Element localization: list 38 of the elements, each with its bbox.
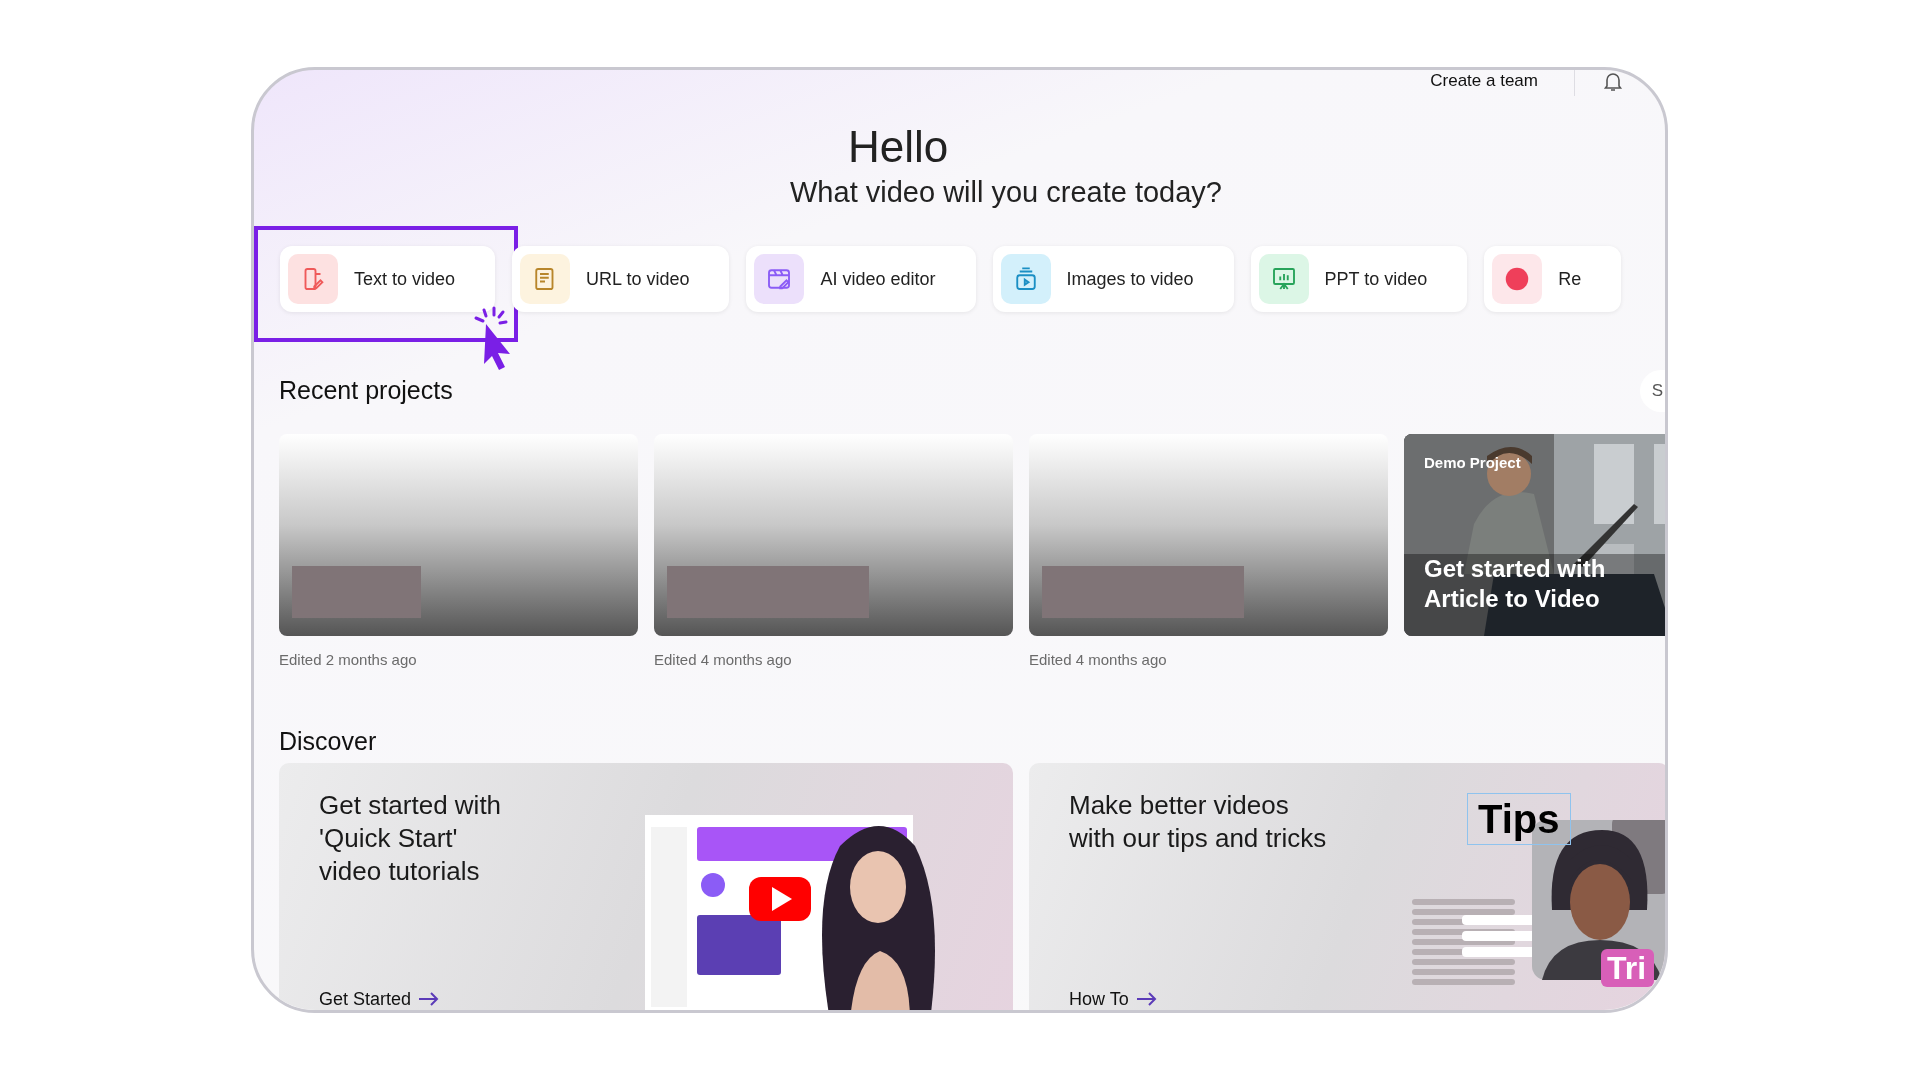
- discover-card-title: Make better videos with our tips and tricks: [1069, 788, 1327, 855]
- greeting-subtitle: What video will you create today?: [790, 175, 1222, 210]
- arrow-right-icon: [1136, 992, 1157, 1006]
- pencil-document-icon: [288, 254, 338, 304]
- video-edit-icon: [754, 254, 805, 304]
- section-title: Discover: [279, 727, 377, 755]
- presentation-icon: [1258, 254, 1309, 304]
- discover-link[interactable]: Get Started: [319, 985, 440, 1010]
- corner-badge: Tri: [1601, 948, 1655, 987]
- action-chip[interactable]: Re: [1484, 246, 1622, 312]
- section-title: Recent projects: [279, 375, 453, 406]
- edited-caption: Edited 4 months ago: [1029, 649, 1168, 670]
- arrow-right-icon: [419, 992, 440, 1006]
- demo-project-title: Get started with Article to Video: [1424, 553, 1606, 614]
- action-chip[interactable]: Images to video: [992, 246, 1234, 312]
- action-chip[interactable]: URL to video: [512, 246, 730, 312]
- show-all-link[interactable]: S: [1639, 370, 1665, 412]
- action-chip[interactable]: Text to video: [280, 246, 496, 312]
- document-icon: [520, 254, 571, 304]
- action-chip[interactable]: PPT to video: [1250, 246, 1468, 312]
- project-thumbnail[interactable]: [654, 433, 1013, 636]
- action-chip[interactable]: AI video editor: [746, 246, 976, 312]
- greeting-title: Hello: [848, 122, 949, 172]
- discover-link[interactable]: How To: [1069, 985, 1157, 1010]
- project-thumbnail[interactable]: [279, 433, 638, 636]
- demo-project-label: Demo Project: [1424, 452, 1521, 473]
- record-icon: [1492, 254, 1543, 304]
- discover-card-title: Get started with 'Quick Start' video tutorials: [319, 788, 502, 888]
- edited-caption: Edited 2 months ago: [279, 649, 418, 670]
- project-thumbnail[interactable]: [1029, 433, 1388, 636]
- notification-bell-icon[interactable]: [1601, 70, 1625, 93]
- discover-card[interactable]: Tips Tri Make better videos with our tips and tricks How To: [1029, 762, 1665, 1010]
- create-team-link[interactable]: Create a team: [1430, 70, 1538, 94]
- edited-caption: Edited 4 months ago: [654, 649, 793, 670]
- tips-text-frame: Tips: [1467, 792, 1571, 845]
- demo-project-card[interactable]: Demo Project Get started with Article to Video: [1404, 433, 1665, 636]
- discover-card[interactable]: Get started with 'Quick Start' video tutorials Get Started: [279, 762, 1013, 1010]
- image-stack-icon: [1000, 254, 1051, 304]
